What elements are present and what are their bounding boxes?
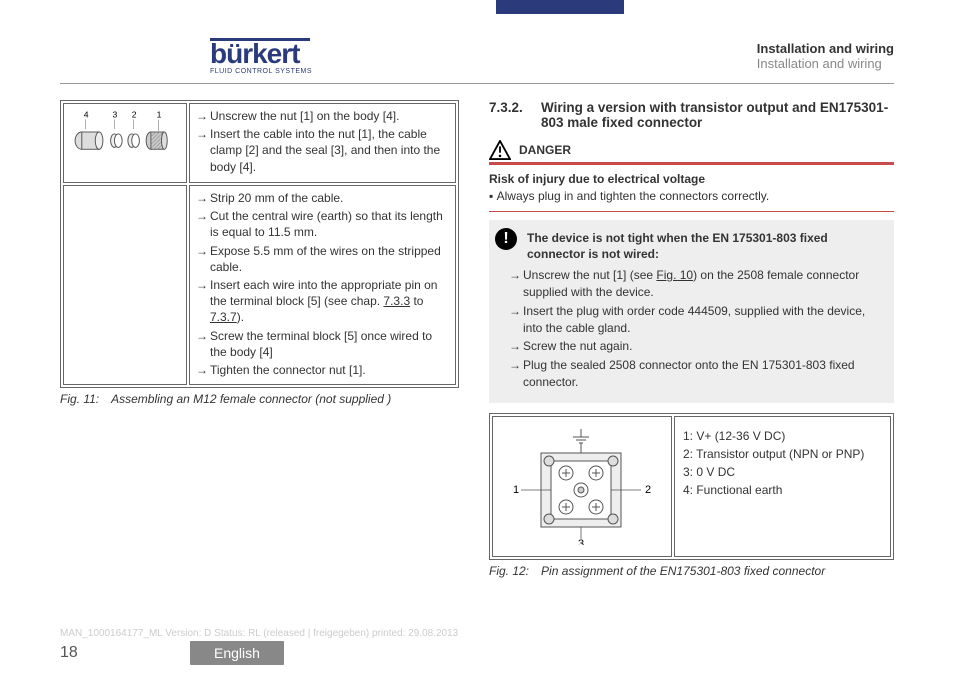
- step: →Insert the plug with order code 444509,…: [509, 303, 884, 337]
- pin-legend-item: 2: Transistor output (NPN or PNP): [683, 447, 882, 461]
- pin-legend-item: 4: Functional earth: [683, 483, 882, 497]
- assembly-steps-cell-2: →Strip 20 mm of the cable. →Cut the cent…: [189, 185, 456, 385]
- svg-text:3: 3: [578, 538, 584, 545]
- right-column: 7.3.2. Wiring a version with transistor …: [489, 100, 894, 623]
- svg-text:3: 3: [113, 110, 118, 120]
- assembly-table: 4 3 2 1: [60, 100, 459, 388]
- arrow-icon: →: [196, 362, 210, 378]
- left-column: 4 3 2 1: [60, 100, 459, 623]
- arrow-icon: →: [196, 190, 210, 206]
- section-heading: 7.3.2. Wiring a version with transistor …: [489, 100, 894, 130]
- connector-pinout-diagram-cell: 1 2 3: [492, 416, 672, 557]
- danger-header: DANGER: [489, 140, 894, 160]
- brand-logo: bürkert FLUID CONTROL SYSTEMS: [210, 36, 312, 75]
- connector-svg: 4 3 2 1: [70, 108, 180, 156]
- step: →Expose 5.5 mm of the wires on the strip…: [196, 243, 449, 275]
- svg-text:1: 1: [157, 110, 162, 120]
- header-title-bold: Installation and wiring: [757, 41, 894, 56]
- step: →Strip 20 mm of the cable.: [196, 190, 449, 206]
- arrow-icon: →: [509, 267, 523, 301]
- empty-cell: [63, 185, 187, 385]
- svg-text:4: 4: [84, 110, 89, 120]
- danger-top-rule: [489, 162, 894, 165]
- danger-label: DANGER: [519, 143, 571, 157]
- pin-legend-item: 3: 0 V DC: [683, 465, 882, 479]
- info-body: →Unscrew the nut [1] (see Fig. 10) on th…: [499, 267, 884, 391]
- pin-legend-item: 1: V+ (12-36 V DC): [683, 429, 882, 443]
- step: →Cut the central wire (earth) so that it…: [196, 208, 449, 240]
- warning-triangle-icon: [489, 140, 511, 160]
- danger-bottom-rule: [489, 211, 894, 212]
- step: →Screw the terminal block [5] once wired…: [196, 328, 449, 360]
- step: →Unscrew the nut [1] (see Fig. 10) on th…: [509, 267, 884, 301]
- brand-tagline: FLUID CONTROL SYSTEMS: [210, 68, 312, 75]
- brand-name: bürkert: [210, 41, 299, 66]
- step: →Plug the sealed 2508 connector onto the…: [509, 357, 884, 391]
- pin-legend: 1: V+ (12-36 V DC) 2: Transistor output …: [683, 429, 882, 497]
- step: →Screw the nut again.: [509, 338, 884, 355]
- section-title-text: Wiring a version with transistor output …: [541, 100, 894, 130]
- svg-text:2: 2: [132, 110, 137, 120]
- arrow-icon: →: [509, 303, 523, 337]
- danger-subtitle: Risk of injury due to electrical voltage: [489, 171, 894, 188]
- arrow-icon: →: [509, 338, 523, 355]
- top-accent-bar: [496, 0, 624, 14]
- figure-12-caption: Fig. 12: Pin assignment of the EN175301-…: [489, 564, 894, 578]
- document-status-line: MAN_1000164177_ML Version: D Status: RL …: [60, 628, 458, 639]
- arrow-icon: →: [196, 328, 210, 360]
- connector-diagram-cell: 4 3 2 1: [63, 103, 187, 183]
- assembly-steps-cell-1: →Unscrew the nut [1] on the body [4]. →I…: [189, 103, 456, 183]
- info-callout: ! The device is not tight when the EN 17…: [489, 220, 894, 403]
- figure-11-caption: Fig. 11: Assembling an M12 female connec…: [60, 392, 459, 406]
- arrow-icon: →: [509, 357, 523, 391]
- content-area: 4 3 2 1: [60, 100, 894, 623]
- step: →Insert the cable into the nut [1], the …: [196, 126, 449, 175]
- arrow-icon: →: [196, 243, 210, 275]
- language-indicator: English: [190, 641, 284, 665]
- section-number: 7.3.2.: [489, 100, 541, 130]
- page-header: bürkert FLUID CONTROL SYSTEMS Installati…: [60, 28, 894, 84]
- m12-connector-diagram: 4 3 2 1: [70, 108, 180, 178]
- arrow-icon: →: [196, 108, 210, 124]
- info-exclamation-icon: !: [495, 228, 517, 250]
- step: →Insert each wire into the appropriate p…: [196, 277, 449, 326]
- chapter-ref-link[interactable]: 7.3.3: [383, 294, 410, 308]
- info-heading: The device is not tight when the EN 1753…: [527, 230, 884, 264]
- header-titles: Installation and wiring Installation and…: [757, 41, 894, 71]
- step: →Unscrew the nut [1] on the body [4].: [196, 108, 449, 124]
- pin-assignment-table: 1 2 3 1: V+ (12-36 V DC) 2: Transistor o…: [489, 413, 894, 560]
- danger-callout: DANGER Risk of injury due to electrical …: [489, 140, 894, 212]
- page-footer: 18 English: [60, 641, 894, 665]
- chapter-ref-link[interactable]: 7.3.7: [210, 310, 237, 324]
- svg-text:1: 1: [513, 484, 519, 496]
- danger-body: Risk of injury due to electrical voltage…: [489, 169, 894, 211]
- step-with-refs: Insert each wire into the appropriate pi…: [210, 277, 449, 326]
- page-number: 18: [60, 644, 190, 662]
- arrow-icon: →: [196, 126, 210, 175]
- svg-text:2: 2: [645, 484, 651, 496]
- header-title-light: Installation and wiring: [757, 56, 894, 71]
- en175301-connector-svg: 1 2 3: [501, 425, 661, 545]
- step: →Tighten the connector nut [1].: [196, 362, 449, 378]
- pin-legend-cell: 1: V+ (12-36 V DC) 2: Transistor output …: [674, 416, 891, 557]
- figure-ref-link[interactable]: Fig. 10: [656, 268, 693, 282]
- bullet-icon: ▪: [489, 189, 493, 203]
- arrow-icon: →: [196, 208, 210, 240]
- arrow-icon: →: [196, 277, 210, 326]
- danger-bullet: ▪ Always plug in and tighten the connect…: [489, 188, 894, 205]
- step-with-figref: Unscrew the nut [1] (see Fig. 10) on the…: [523, 267, 884, 301]
